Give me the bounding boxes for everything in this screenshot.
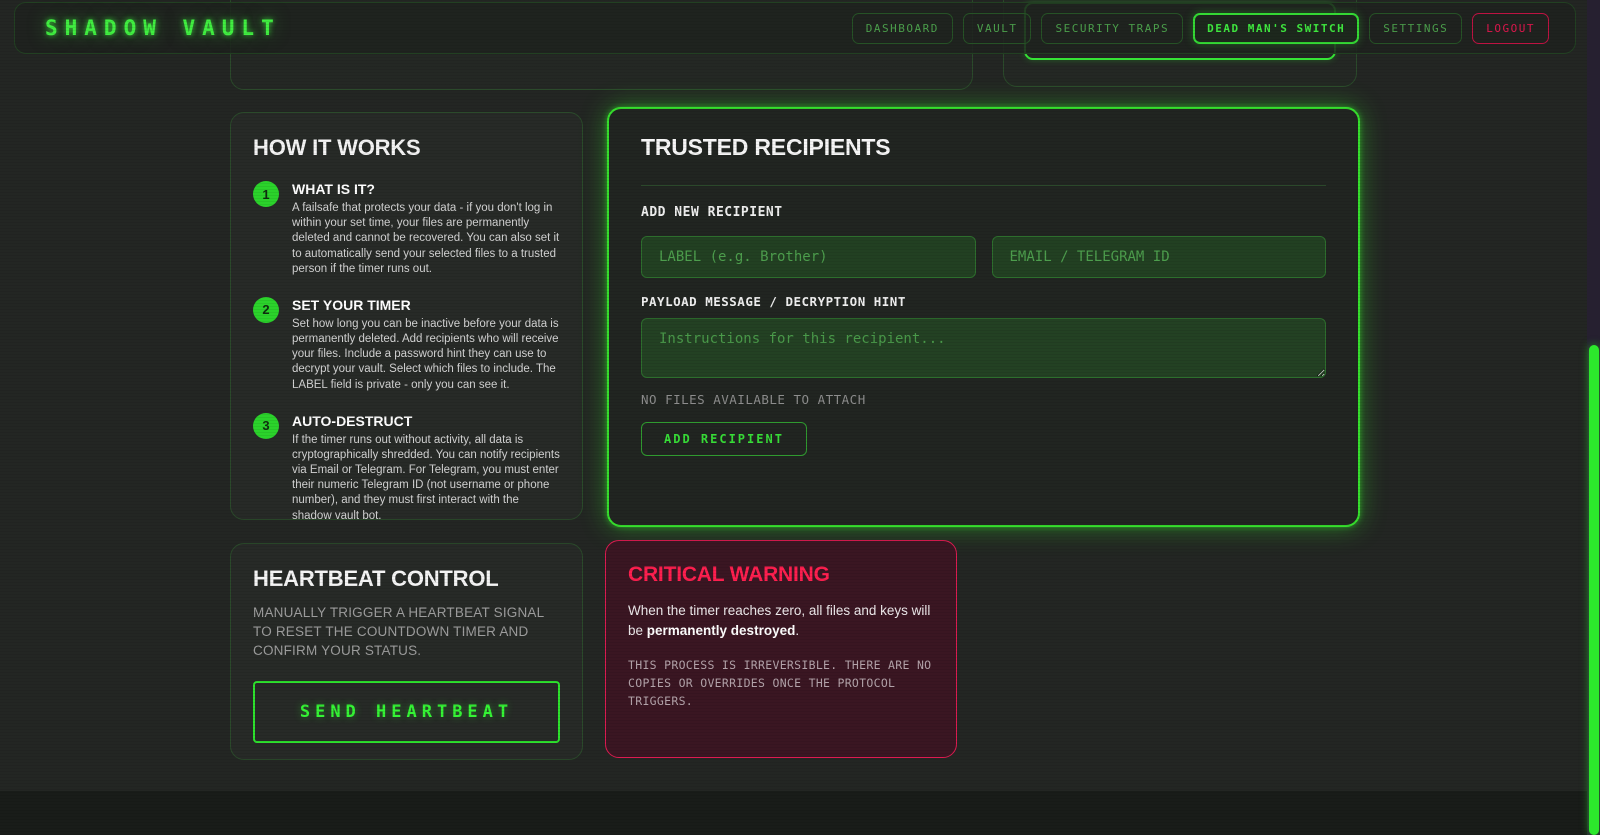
send-heartbeat-button[interactable]: SEND HEARTBEAT [253,681,560,743]
trusted-recipients-title: TRUSTED RECIPIENTS [641,134,1326,161]
heartbeat-description: MANUALLY TRIGGER A HEARTBEAT SIGNAL TO R… [253,603,560,660]
trusted-recipients-panel: TRUSTED RECIPIENTS ADD NEW RECIPIENT PAY… [607,107,1360,527]
critical-warning-title: CRITICAL WARNING [628,563,934,587]
nav-vault[interactable]: VAULT [963,13,1032,44]
warning-text-period: . [795,623,799,638]
recipient-contact-input[interactable] [992,236,1327,278]
navbar: SHADOW VAULT DASHBOARD VAULT SECURITY TR… [14,2,1576,54]
no-files-status: NO FILES AVAILABLE TO ATTACH [641,392,1326,407]
step-2: 2 SET YOUR TIMER Set how long you can be… [253,296,560,393]
payload-message-textarea[interactable] [641,318,1326,378]
nav-settings[interactable]: SETTINGS [1369,13,1462,44]
nav-dead-mans-switch[interactable]: DEAD MAN'S SWITCH [1193,13,1359,44]
step-3-body: If the timer runs out without activity, … [292,433,560,520]
how-it-works-title: HOW IT WORKS [253,135,560,161]
main-nav: DASHBOARD VAULT SECURITY TRAPS DEAD MAN'… [852,13,1549,44]
scrollbar-thumb[interactable] [1589,345,1599,835]
step-1-badge: 1 [253,181,279,207]
payload-message-label: PAYLOAD MESSAGE / DECRYPTION HINT [641,294,1326,309]
nav-logout[interactable]: LOGOUT [1472,13,1549,44]
how-it-works-panel: HOW IT WORKS 1 WHAT IS IT? A failsafe th… [230,112,583,520]
step-3-badge: 3 [253,413,279,439]
add-recipient-button[interactable]: ADD RECIPIENT [641,422,807,456]
warning-text-bold: permanently destroyed [647,623,796,638]
page: SHADOW VAULT DASHBOARD VAULT SECURITY TR… [0,0,1600,835]
critical-warning-details: THIS PROCESS IS IRREVERSIBLE. THERE ARE … [628,657,934,710]
critical-warning-body: When the timer reaches zero, all files a… [628,601,934,640]
critical-warning-panel: CRITICAL WARNING When the timer reaches … [605,540,957,758]
step-1: 1 WHAT IS IT? A failsafe that protects y… [253,180,560,277]
recipient-input-row [641,236,1326,278]
nav-dashboard[interactable]: DASHBOARD [852,13,953,44]
step-1-body: A failsafe that protects your data - if … [292,201,560,277]
step-2-body: Set how long you can be inactive before … [292,317,560,393]
step-1-title: WHAT IS IT? [292,181,560,197]
app-logo: SHADOW VAULT [45,16,281,40]
nav-security-traps[interactable]: SECURITY TRAPS [1041,13,1183,44]
step-2-title: SET YOUR TIMER [292,297,560,313]
scrollbar-track[interactable] [1587,0,1600,835]
recipient-label-input[interactable] [641,236,976,278]
step-2-badge: 2 [253,297,279,323]
page-footer-area [0,791,1600,835]
add-new-recipient-label: ADD NEW RECIPIENT [641,205,1326,220]
divider [641,185,1326,186]
heartbeat-title: HEARTBEAT CONTROL [253,566,560,592]
step-3: 3 AUTO-DESTRUCT If the timer runs out wi… [253,412,560,520]
step-3-title: AUTO-DESTRUCT [292,413,560,429]
heartbeat-control-panel: HEARTBEAT CONTROL MANUALLY TRIGGER A HEA… [230,543,583,760]
